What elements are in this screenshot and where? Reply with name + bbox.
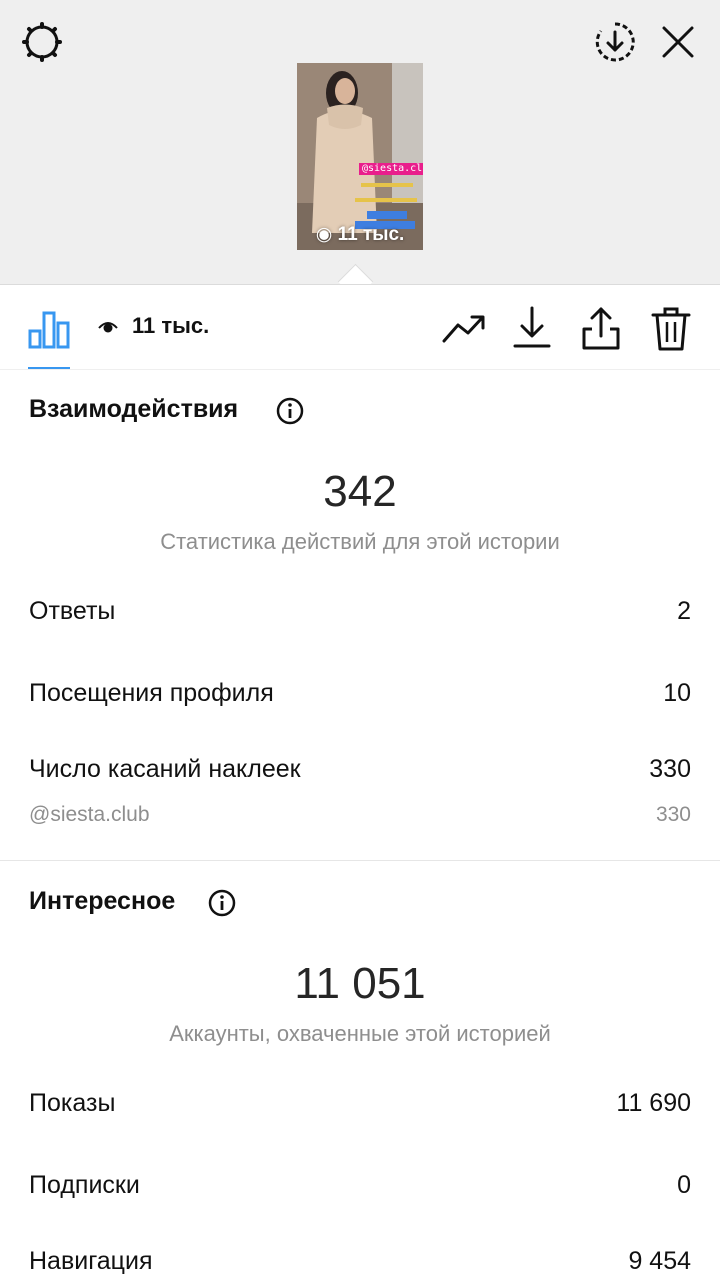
eye-icon: ◉ xyxy=(315,224,333,245)
info-icon[interactable] xyxy=(276,397,304,425)
section-divider xyxy=(0,860,720,861)
thumbnail-views-count: 11 тыс. xyxy=(337,224,405,245)
interactions-total: 342 xyxy=(323,467,397,516)
navigation-value: 9 454 xyxy=(628,1247,691,1275)
views-count: 11 тыс. xyxy=(132,313,210,338)
interactions-title: Взаимодействия xyxy=(29,395,239,423)
thumbnail-text-block xyxy=(355,198,417,202)
insights-sheet: 11 тыс. Взаимодействия 342 Статистика де… xyxy=(0,284,720,1281)
eye-icon xyxy=(98,322,118,333)
insights-toolbar: 11 тыс. xyxy=(0,285,720,370)
download-icon[interactable] xyxy=(512,305,552,351)
info-icon[interactable] xyxy=(208,889,236,917)
bar-chart-icon[interactable] xyxy=(28,309,70,349)
thumbnail-text-block xyxy=(367,211,407,219)
settings-gear-icon[interactable] xyxy=(20,20,64,64)
sticker-taps-label: Число касаний наклеек xyxy=(29,755,301,783)
story-thumbnail[interactable]: @siesta.club ◉ 11 тыс. xyxy=(297,63,423,250)
interactions-caption: Статистика действий для этой истории xyxy=(160,529,560,554)
share-icon[interactable] xyxy=(580,305,622,351)
replies-value: 2 xyxy=(677,597,691,625)
trending-icon[interactable] xyxy=(442,313,486,345)
trash-icon[interactable] xyxy=(651,305,691,353)
close-icon[interactable] xyxy=(660,24,696,60)
sticker-mention-label[interactable]: @siesta.club xyxy=(29,803,150,827)
impressions-value: 11 690 xyxy=(616,1089,691,1117)
sticker-mention-value: 330 xyxy=(655,803,691,826)
story-preview-area: @siesta.club ◉ 11 тыс. xyxy=(0,0,720,284)
navigation-label: Навигация xyxy=(29,1247,153,1275)
replies-label: Ответы xyxy=(29,597,116,625)
thumbnail-views: ◉ 11 тыс. xyxy=(297,223,423,246)
discovery-caption: Аккаунты, охваченные этой историей xyxy=(169,1021,551,1046)
follows-label: Подписки xyxy=(29,1171,140,1199)
profile-visits-value: 10 xyxy=(663,679,691,707)
thumbnail-text-block xyxy=(361,183,413,187)
impressions-label: Показы xyxy=(29,1089,116,1117)
profile-visits-label: Посещения профиля xyxy=(29,679,274,707)
follows-value: 0 xyxy=(677,1171,691,1199)
active-tab-indicator xyxy=(28,367,70,369)
discovery-title: Интересное xyxy=(29,887,176,915)
thumbnail-sticker: @siesta.club xyxy=(359,163,423,175)
download-circle-icon[interactable] xyxy=(593,20,637,64)
sticker-taps-value: 330 xyxy=(649,755,691,783)
discovery-total: 11 051 xyxy=(294,959,426,1008)
